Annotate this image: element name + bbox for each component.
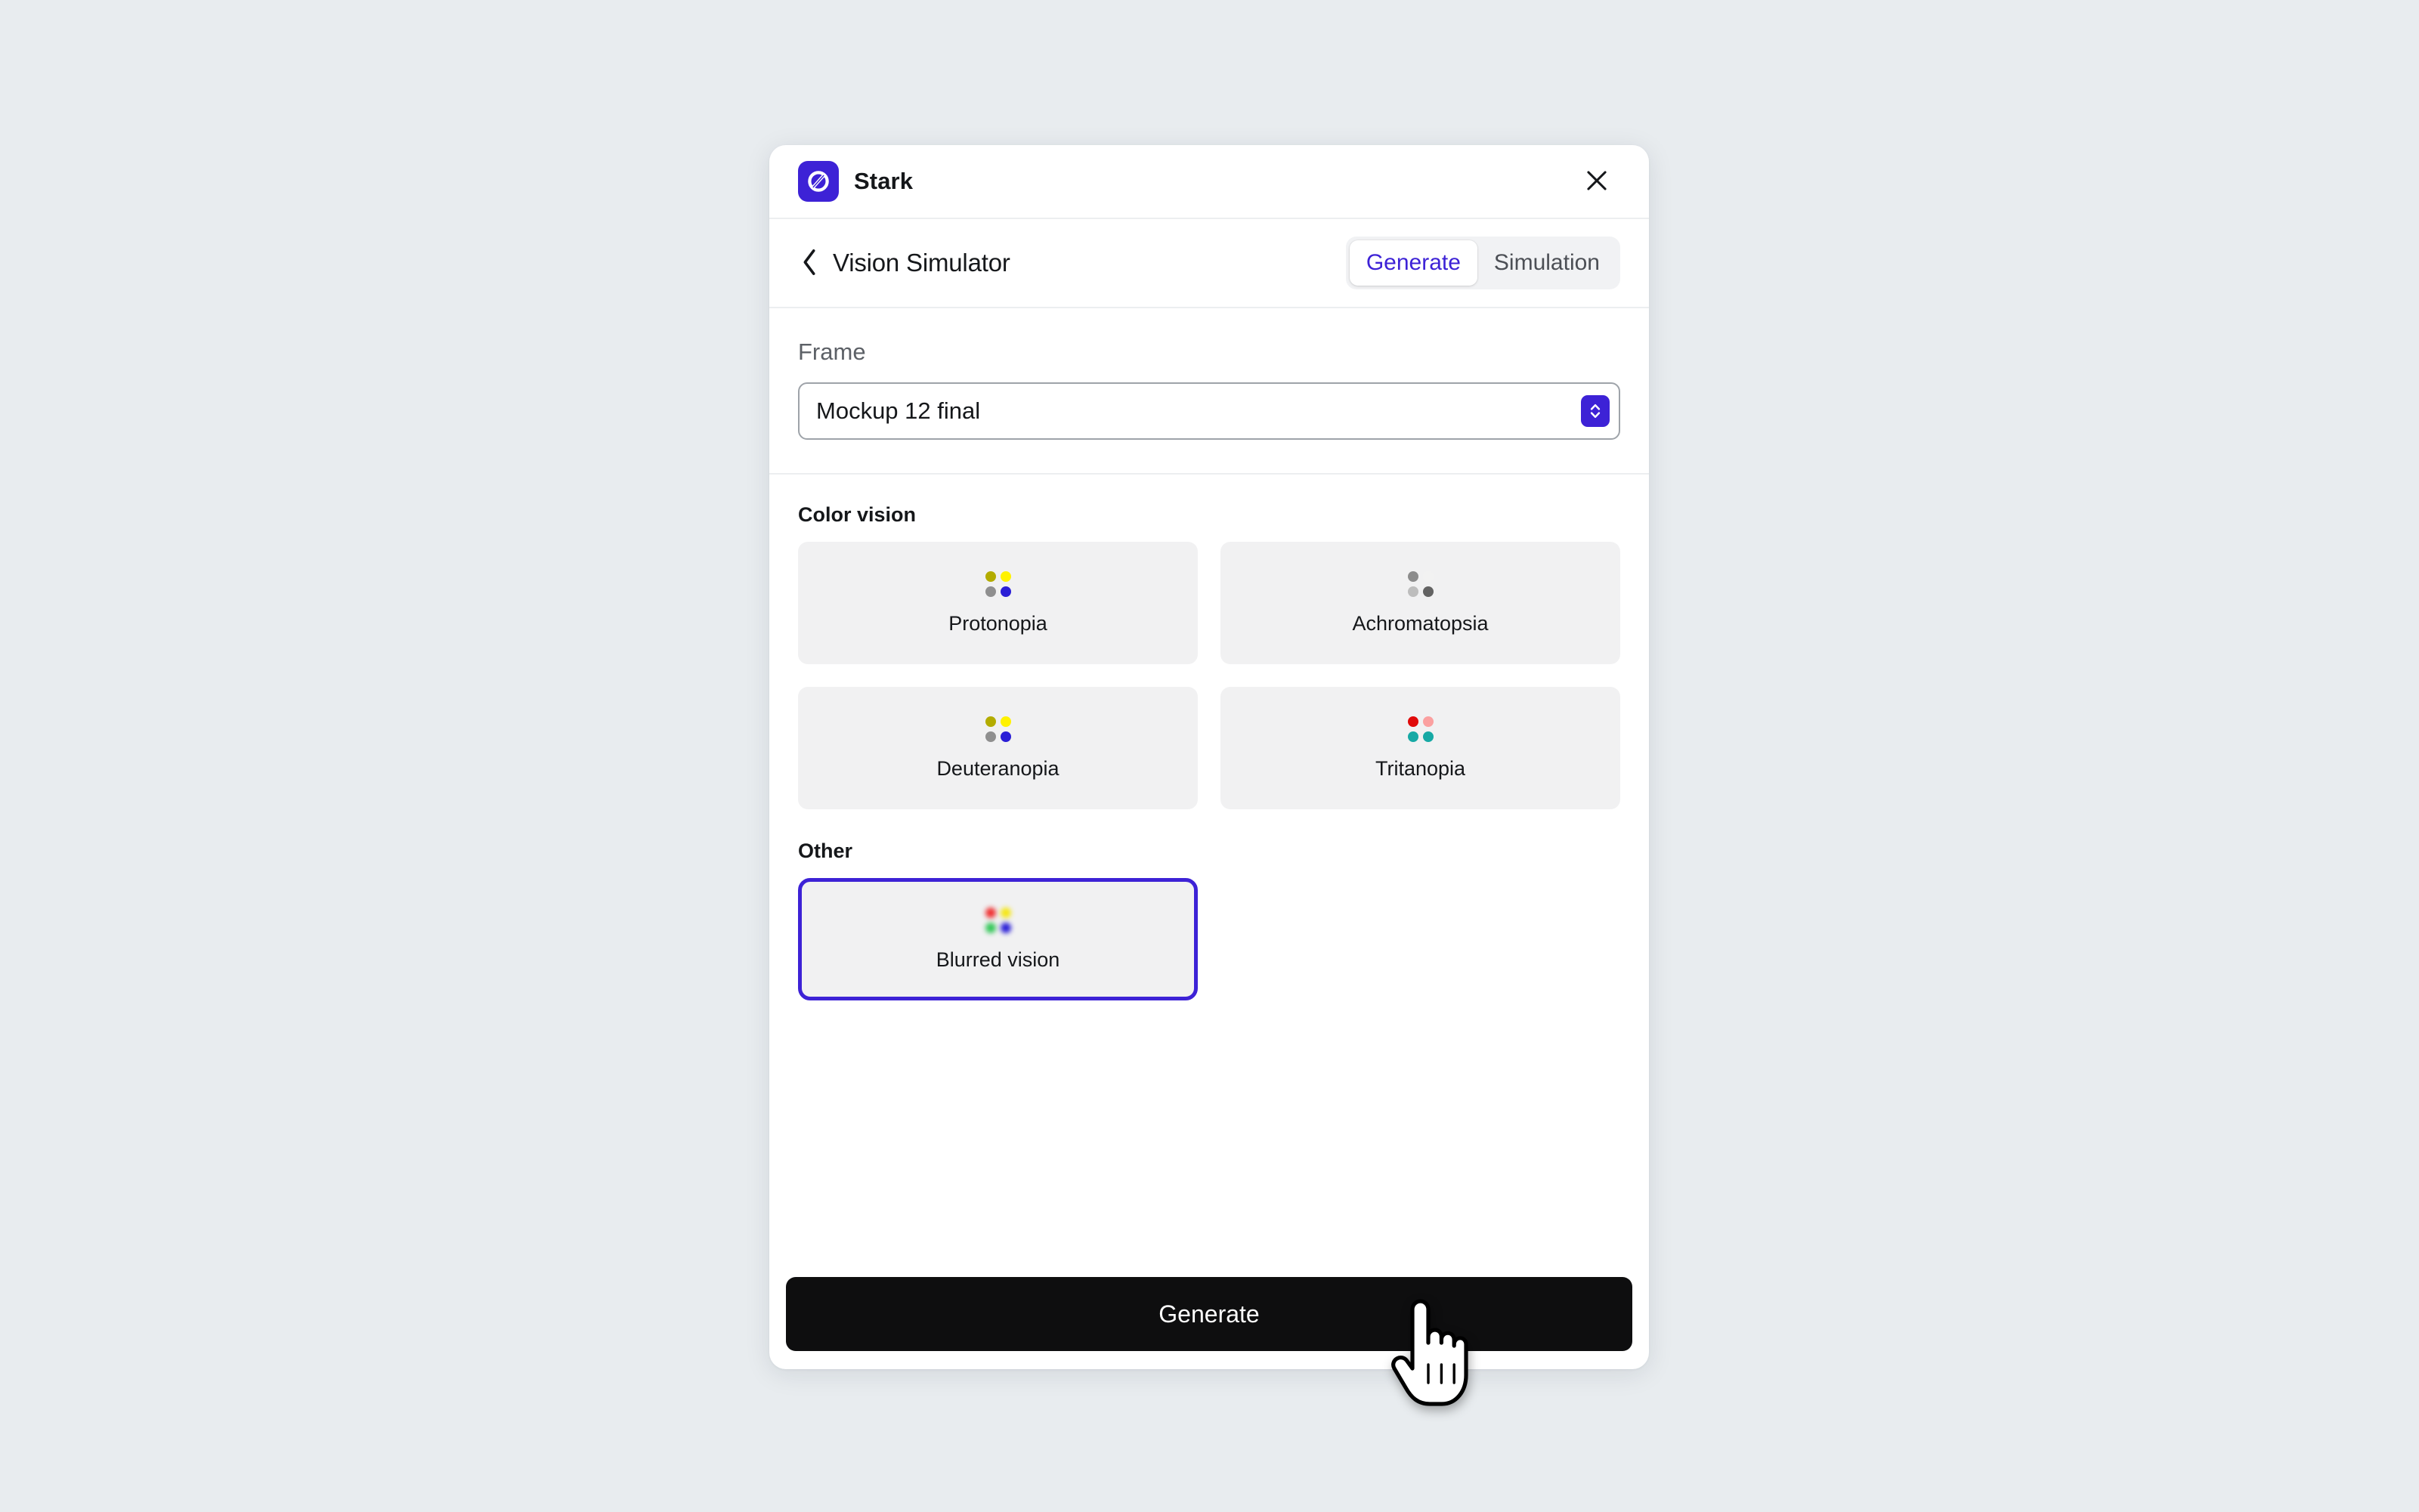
other-grid: Blurred vision xyxy=(798,878,1620,1000)
swatch-dot xyxy=(1407,586,1418,597)
option-card-label: Achromatopsia xyxy=(1352,611,1489,635)
swatch-dot xyxy=(1407,731,1418,742)
option-card-tritanopia[interactable]: Tritanopia xyxy=(1220,687,1620,809)
chevron-left-icon xyxy=(798,248,821,279)
generate-button[interactable]: Generate xyxy=(786,1277,1632,1351)
subheader: Vision Simulator Generate Simulation xyxy=(769,219,1649,308)
group-label-color-vision: Color vision xyxy=(798,503,917,526)
option-card-blurred-vision[interactable]: Blurred vision xyxy=(798,878,1198,1000)
group-label-other: Other xyxy=(798,839,853,862)
swatch-dots xyxy=(1407,570,1434,597)
swatch-dots xyxy=(985,716,1011,742)
option-card-label: Blurred vision xyxy=(936,948,1060,971)
swatch-dots xyxy=(985,570,1011,597)
back-button[interactable] xyxy=(798,248,821,279)
tab-simulation[interactable]: Simulation xyxy=(1477,240,1616,286)
swatch-dot xyxy=(985,922,996,933)
swatch-dot xyxy=(1422,586,1434,597)
titlebar: Stark xyxy=(769,145,1649,219)
swatch-dot xyxy=(1407,570,1418,582)
option-card-label: Tritanopia xyxy=(1375,756,1466,780)
swatch-dot xyxy=(1422,570,1434,582)
swatch-dot xyxy=(985,731,996,742)
swatch-dot xyxy=(985,586,996,597)
swatch-dot xyxy=(1000,570,1011,582)
swatch-dots xyxy=(985,907,1011,933)
option-card-label: Protonopia xyxy=(948,611,1047,635)
options-body: Color vision Protonopia Achromatopsia De… xyxy=(769,475,1649,1277)
grid-empty-slot xyxy=(1220,878,1620,1000)
swatch-dot xyxy=(985,907,996,918)
swatch-dot xyxy=(1407,716,1418,727)
swatch-dot xyxy=(985,716,996,727)
footer: Generate xyxy=(769,1277,1649,1369)
swatch-dot xyxy=(1000,731,1011,742)
tab-generate[interactable]: Generate xyxy=(1349,240,1477,286)
brand: Stark xyxy=(798,161,913,202)
swatch-dot xyxy=(1000,716,1011,727)
app-name: Stark xyxy=(854,168,914,194)
frame-section: Frame Mockup 12 final xyxy=(769,308,1649,475)
swatch-dot xyxy=(1000,907,1011,918)
mode-segmented-control: Generate Simulation xyxy=(1345,237,1620,289)
frame-select-value: Mockup 12 final xyxy=(816,397,981,424)
option-card-deuteranopia[interactable]: Deuteranopia xyxy=(798,687,1198,809)
option-card-protonopia[interactable]: Protonopia xyxy=(798,542,1198,664)
option-card-label: Deuteranopia xyxy=(936,756,1059,780)
chevron-up-down-icon[interactable] xyxy=(1581,395,1610,427)
swatch-dot xyxy=(1000,586,1011,597)
color-vision-grid: Protonopia Achromatopsia Deuteranopia Tr… xyxy=(798,542,1620,809)
page-title: Vision Simulator xyxy=(833,249,1010,277)
close-button[interactable] xyxy=(1576,161,1617,202)
stark-logo-icon xyxy=(798,161,839,202)
frame-select[interactable]: Mockup 12 final xyxy=(798,382,1620,440)
option-card-achromatopsia[interactable]: Achromatopsia xyxy=(1220,542,1620,664)
stark-plugin-panel: Stark Vision Simulator Generate Simulati… xyxy=(769,145,1649,1369)
swatch-dot xyxy=(1422,731,1434,742)
close-icon xyxy=(1582,166,1611,197)
swatch-dot xyxy=(985,570,996,582)
frame-label: Frame xyxy=(798,339,866,365)
swatch-dots xyxy=(1407,716,1434,742)
swatch-dot xyxy=(1422,716,1434,727)
swatch-dot xyxy=(1000,922,1011,933)
